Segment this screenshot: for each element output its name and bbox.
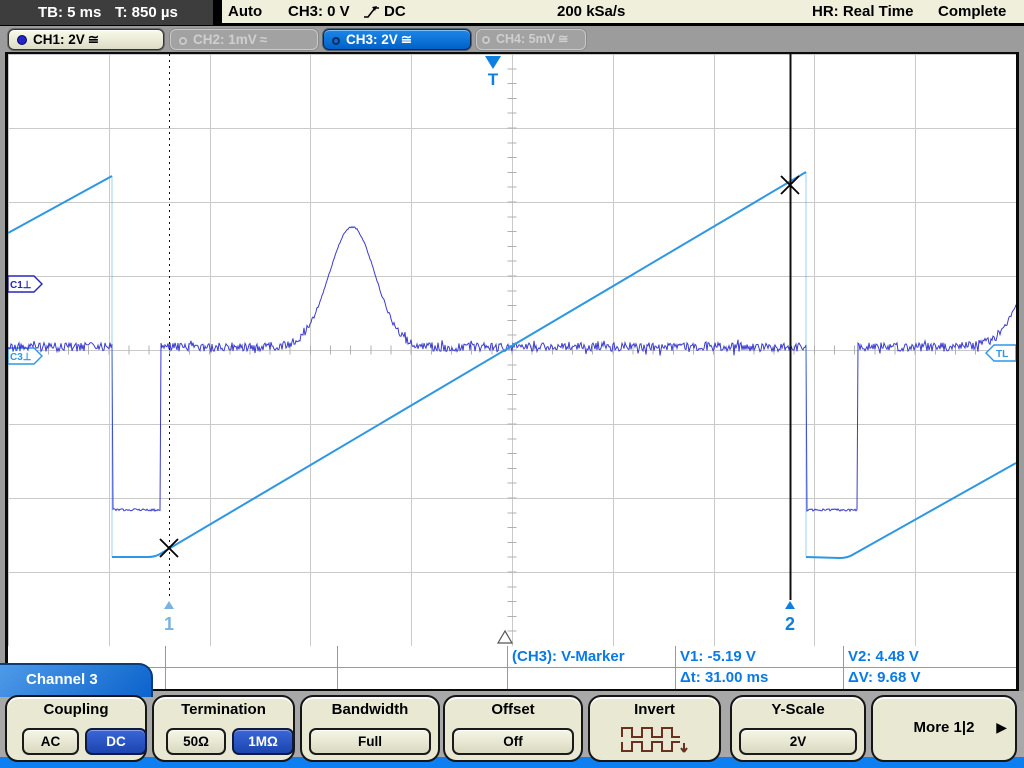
svg-text:2: 2 xyxy=(785,614,795,634)
svg-text:T: T xyxy=(488,70,499,89)
channel1-indicator-icon xyxy=(17,35,27,45)
softkey-bandwidth: Bandwidth Full xyxy=(300,695,440,762)
softkey-coupling: Coupling AC DC xyxy=(5,695,147,762)
delta-t-readout: Δt: 31.00 ms xyxy=(675,667,768,688)
channel4-indicator-icon xyxy=(482,36,490,44)
svg-text:TL: TL xyxy=(996,349,1008,360)
more-arrow-icon: ▶ xyxy=(996,719,1007,736)
coupling-ac-button[interactable]: AC xyxy=(22,728,79,755)
waveform-area: C1⊥ C3⊥ 1 2 T TL xyxy=(8,54,1016,646)
ch1-reference-flag: C1⊥ xyxy=(8,276,42,292)
more-label: More 1|2 xyxy=(873,719,1015,736)
delta-v-readout: ΔV: 9.68 V xyxy=(843,667,921,688)
channel3-coupling-icon: ≅ xyxy=(401,32,412,47)
channel4-button[interactable]: CH4: 5mV≅ xyxy=(476,29,586,50)
channel3-button[interactable]: CH3: 2V≅ xyxy=(323,29,471,50)
channel2-coupling-icon: ≈ xyxy=(260,32,267,47)
trigger-source: CH3: 0 V xyxy=(288,0,350,24)
channel1-label: CH1: 2V xyxy=(33,32,85,47)
offset-off-button[interactable]: Off xyxy=(452,728,574,755)
sample-rate: 200 kSa/s xyxy=(557,0,625,24)
channel-button-row: CH1: 2V≅ CH2: 1mV≈ CH3: 2V≅ CH4: 5mV≅ xyxy=(0,26,1024,52)
trigger-level-flag[interactable]: TL xyxy=(986,345,1016,361)
menu-tab-label: Channel 3 xyxy=(26,671,98,688)
yscale-2v-button[interactable]: 2V xyxy=(739,728,857,755)
trigger-coupling: DC xyxy=(384,0,406,24)
offset-title: Offset xyxy=(445,701,581,718)
channel2-indicator-icon xyxy=(179,37,187,45)
channel4-label: CH4: 5mV xyxy=(496,32,555,46)
marker-mode-readout: (CH3): V-Marker xyxy=(507,646,625,667)
oscilloscope-screen: TB: 5 ms T: 850 µs Auto CH3: 0 V DC 200 … xyxy=(0,0,1024,768)
v2-readout: V2: 4.48 V xyxy=(843,646,919,667)
waveform-plot: C1⊥ C3⊥ 1 2 T TL xyxy=(8,54,1016,646)
timebase-readout: TB: 5 ms xyxy=(38,0,101,25)
channel2-label: CH2: 1mV xyxy=(193,32,257,47)
timebase-status-panel: TB: 5 ms T: 850 µs xyxy=(0,0,213,25)
svg-text:1: 1 xyxy=(164,614,174,634)
ch3-trace xyxy=(806,463,1016,558)
coupling-title: Coupling xyxy=(7,701,145,718)
acquisition-status: Complete xyxy=(938,0,1006,24)
softkey-more[interactable]: More 1|2 ▶ xyxy=(871,695,1017,762)
termination-title: Termination xyxy=(154,701,293,718)
invert-title: Invert xyxy=(590,701,719,718)
softkey-termination: Termination 50Ω 1MΩ xyxy=(152,695,295,762)
softkey-invert[interactable]: Invert xyxy=(588,695,721,762)
acquisition-mode: HR: Real Time xyxy=(812,0,913,24)
trigger-status-panel: Auto CH3: 0 V DC 200 kSa/s HR: Real Time… xyxy=(222,0,1024,24)
termination-50ohm-button[interactable]: 50Ω xyxy=(166,728,226,755)
channel3-label: CH3: 2V xyxy=(346,32,398,47)
trigger-time-readout: T: 850 µs xyxy=(115,0,178,25)
svg-text:C3⊥: C3⊥ xyxy=(10,352,32,363)
invert-waveform-icon xyxy=(620,723,694,759)
channel3-indicator-icon xyxy=(332,37,340,45)
trigger-position-marker[interactable]: T xyxy=(485,56,501,89)
channel2-button[interactable]: CH2: 1mV≈ xyxy=(170,29,318,50)
ch3-trace xyxy=(112,172,806,557)
channel4-coupling-icon: ≅ xyxy=(558,32,568,46)
bandwidth-title: Bandwidth xyxy=(302,701,438,718)
measurement-bar: (CH3): V-Marker V1: -5.19 V V2: 4.48 V Δ… xyxy=(8,646,1016,689)
time-reference-marker xyxy=(498,631,512,643)
channel1-coupling-icon: ≅ xyxy=(88,32,99,47)
v1-readout: V1: -5.19 V xyxy=(675,646,756,667)
menu-tab-channel3[interactable]: Channel 3 xyxy=(0,663,153,697)
yscale-title: Y-Scale xyxy=(732,701,864,718)
rising-edge-icon xyxy=(363,5,380,19)
svg-text:C1⊥: C1⊥ xyxy=(10,280,32,291)
softkey-yscale: Y-Scale 2V xyxy=(730,695,866,762)
ch3-trace xyxy=(8,176,112,233)
bandwidth-full-button[interactable]: Full xyxy=(309,728,431,755)
coupling-dc-button[interactable]: DC xyxy=(85,728,147,755)
trigger-mode: Auto xyxy=(228,0,262,24)
channel1-button[interactable]: CH1: 2V≅ xyxy=(8,29,164,50)
softkey-offset: Offset Off xyxy=(443,695,583,762)
termination-1mohm-button[interactable]: 1MΩ xyxy=(232,728,294,755)
